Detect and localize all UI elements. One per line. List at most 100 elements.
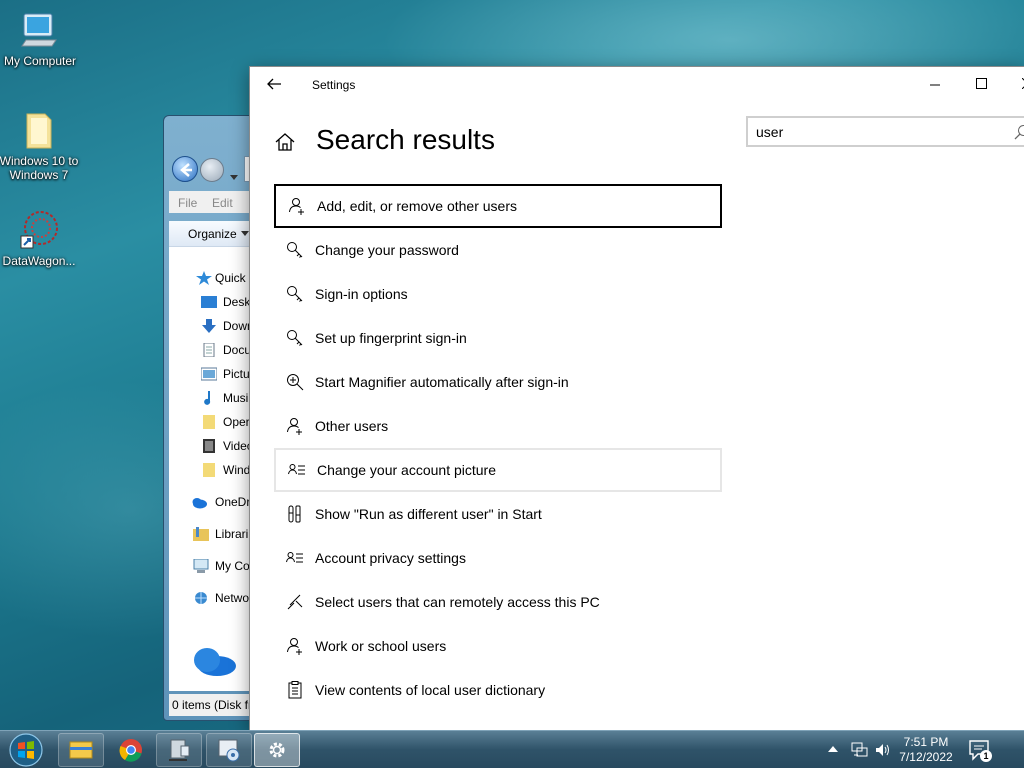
taskbar-chrome[interactable] bbox=[108, 733, 154, 767]
add-user-icon bbox=[289, 198, 304, 215]
status-text: 0 items (Disk fr bbox=[172, 698, 253, 712]
settings-window[interactable]: Settings Search results Add, edit, or re… bbox=[250, 67, 1024, 730]
desktop-icon-windows10-folder[interactable]: Windows 10 to Windows 7 bbox=[0, 110, 79, 182]
minimize-button[interactable] bbox=[912, 67, 958, 101]
nav-folder-open[interactable]: Oper bbox=[223, 415, 250, 429]
volume-icon[interactable] bbox=[874, 741, 892, 759]
back-button[interactable] bbox=[262, 73, 286, 95]
menu-edit[interactable]: Edit bbox=[212, 196, 233, 210]
nav-music[interactable]: Musi bbox=[223, 391, 248, 405]
settings-titlebar: Settings bbox=[250, 67, 1024, 101]
clock[interactable]: 7:51 PM 7/12/2022 bbox=[891, 735, 961, 765]
result-label: Add, edit, or remove other users bbox=[317, 198, 517, 214]
search-icon[interactable] bbox=[1014, 124, 1024, 140]
nav-quick-access[interactable]: Quick bbox=[215, 271, 246, 285]
result-run-as-different-user[interactable]: Show "Run as different user" in Start bbox=[274, 492, 722, 536]
maximize-icon bbox=[975, 78, 987, 89]
onedrive-icon bbox=[194, 648, 236, 676]
result-label: Start Magnifier automatically after sign… bbox=[315, 374, 569, 390]
taskbar-file-explorer[interactable] bbox=[58, 733, 104, 767]
result-change-account-picture[interactable]: Change your account picture bbox=[274, 448, 722, 492]
organize-button[interactable]: Organize bbox=[188, 227, 237, 241]
folder-icon bbox=[203, 415, 215, 429]
result-remote-access-users[interactable]: Select users that can remotely access th… bbox=[274, 580, 722, 624]
result-fingerprint-sign-in[interactable]: Set up fingerprint sign-in bbox=[274, 316, 722, 360]
control-panel-icon bbox=[218, 739, 240, 762]
picture-icon bbox=[201, 367, 217, 381]
clock-time: 7:51 PM bbox=[903, 735, 949, 749]
nav-onedrive[interactable]: OneDr bbox=[215, 495, 250, 509]
key-icon bbox=[287, 286, 303, 302]
result-label: Change your password bbox=[315, 242, 459, 258]
forward-arrow-icon[interactable] bbox=[200, 158, 224, 182]
chevron-down-icon bbox=[241, 231, 249, 236]
datawagon-icon bbox=[19, 210, 59, 250]
result-label: Account privacy settings bbox=[315, 550, 466, 566]
result-label: Show "Run as different user" in Start bbox=[315, 506, 542, 522]
document-icon bbox=[203, 343, 215, 357]
result-local-user-dictionary[interactable]: View contents of local user dictionary bbox=[274, 668, 722, 712]
search-box[interactable] bbox=[746, 116, 1024, 147]
star-icon bbox=[196, 271, 212, 285]
result-partially-visible[interactable] bbox=[274, 712, 722, 730]
result-sign-in-options[interactable]: Sign-in options bbox=[274, 272, 722, 316]
page-title: Search results bbox=[316, 124, 495, 155]
desktop-icon-label: My Computer bbox=[3, 54, 77, 68]
close-button[interactable] bbox=[1004, 67, 1024, 101]
result-label: Work or school users bbox=[315, 638, 447, 654]
result-change-password[interactable]: Change your password bbox=[274, 228, 722, 272]
chevron-down-icon[interactable] bbox=[230, 168, 238, 180]
result-label: Change your account picture bbox=[317, 462, 496, 478]
music-icon bbox=[204, 391, 211, 405]
account-info-icon bbox=[288, 464, 305, 475]
menu-file[interactable]: File bbox=[178, 196, 197, 210]
network-status-icon[interactable] bbox=[850, 741, 868, 759]
desktop-icon-datawagon[interactable]: DataWagon... bbox=[0, 210, 79, 268]
nav-documents[interactable]: Docu bbox=[223, 343, 251, 357]
result-label: Select users that can remotely access th… bbox=[315, 594, 600, 610]
taskbar-remote[interactable] bbox=[156, 733, 202, 767]
search-input[interactable] bbox=[756, 123, 996, 141]
taskbar: 7:51 PM 7/12/2022 1 bbox=[0, 730, 1024, 768]
nav-my-computer[interactable]: My Co bbox=[215, 559, 250, 573]
result-magnifier-after-sign-in[interactable]: Start Magnifier automatically after sign… bbox=[274, 360, 722, 404]
folder-icon bbox=[19, 110, 59, 150]
result-account-privacy[interactable]: Account privacy settings bbox=[274, 536, 722, 580]
notification-count-badge: 1 bbox=[980, 750, 992, 762]
explorer-statusbar: 0 items (Disk fr bbox=[169, 694, 263, 716]
computer-icon bbox=[193, 559, 209, 573]
action-center-button[interactable]: 1 bbox=[968, 739, 992, 762]
nav-videos[interactable]: Video bbox=[223, 439, 253, 453]
folder-icon bbox=[203, 463, 215, 477]
result-label: Set up fingerprint sign-in bbox=[315, 330, 467, 346]
magnifier-icon bbox=[287, 374, 304, 391]
desktop-icon-my-computer[interactable]: My Computer bbox=[0, 10, 80, 68]
home-icon[interactable] bbox=[274, 131, 296, 153]
result-work-school-users[interactable]: Work or school users bbox=[274, 624, 722, 668]
taskbar-settings[interactable] bbox=[254, 733, 300, 767]
desktop-icon-label: Windows 10 to Windows 7 bbox=[0, 154, 79, 182]
nav-libraries[interactable]: Librari bbox=[215, 527, 248, 541]
nav-network[interactable]: Netwo bbox=[215, 591, 249, 605]
result-other-users[interactable]: Other users bbox=[274, 404, 722, 448]
windows-start-icon bbox=[9, 733, 43, 767]
start-button[interactable] bbox=[6, 732, 46, 768]
settings-gear-icon bbox=[269, 742, 285, 758]
result-label: Sign-in options bbox=[315, 286, 408, 302]
maximize-button[interactable] bbox=[958, 67, 1004, 101]
result-label: View contents of local user dictionary bbox=[315, 682, 546, 698]
nav-folder-windows[interactable]: Wind bbox=[223, 463, 250, 477]
nav-pictures[interactable]: Pictu bbox=[223, 367, 250, 381]
back-arrow-icon[interactable] bbox=[172, 156, 198, 182]
libraries-icon bbox=[193, 527, 209, 541]
tools-icon bbox=[288, 505, 301, 523]
explorer-toolbar: Organize bbox=[169, 221, 263, 247]
taskbar-control-panel[interactable] bbox=[206, 733, 252, 767]
back-arrow-icon bbox=[267, 78, 281, 90]
window-title: Settings bbox=[312, 78, 356, 92]
explorer-nav-pane: Quick Deskt Down Docu Pictu Musi Oper Vi… bbox=[169, 247, 254, 691]
key-icon bbox=[287, 330, 303, 346]
result-add-edit-remove-users[interactable]: Add, edit, or remove other users bbox=[274, 184, 722, 228]
show-hidden-icons-icon[interactable] bbox=[828, 745, 838, 753]
key-icon bbox=[287, 242, 303, 258]
